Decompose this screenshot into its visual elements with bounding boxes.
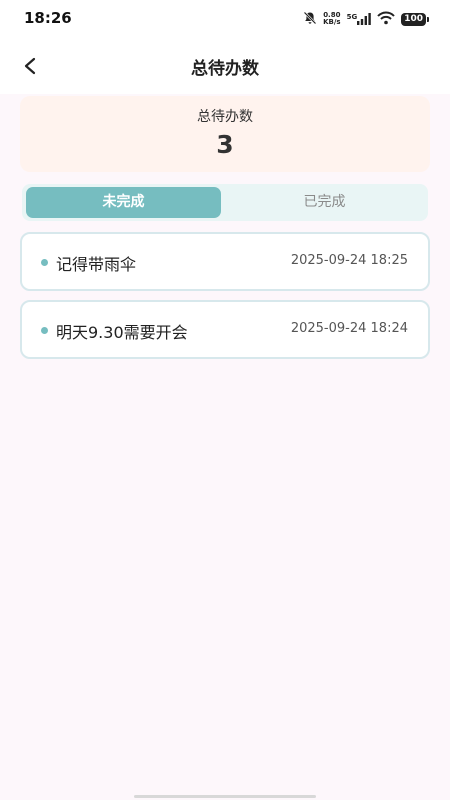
todo-item[interactable]: 记得带雨伞 2025-09-24 18:25 [20,232,430,291]
cellular-signal-icon: 5G [347,13,372,25]
mute-bell-icon [303,10,317,29]
tab-completed[interactable]: 已完成 [225,187,424,218]
todo-text: 记得带雨伞 [56,255,137,274]
summary-label: 总待办数 [197,109,253,125]
network-type: 5G [346,13,358,21]
status-icons: 0.80 KB/s 5G 100 [303,10,429,29]
status-bar: 18:26 0.80 KB/s 5G 100 [0,0,450,38]
battery-icon: 100 [401,12,429,26]
bullet-dot-icon [41,259,48,266]
todo-item[interactable]: 明天9.30需要开会 2025-09-24 18:24 [20,300,430,359]
status-time: 18:26 [24,9,72,27]
summary-count: 3 [216,130,234,159]
network-speed: 0.80 KB/s [323,11,341,26]
wifi-icon [377,10,395,29]
tab-incomplete[interactable]: 未完成 [26,187,221,218]
todo-text: 明天9.30需要开会 [56,323,188,342]
todo-time: 2025-09-24 18:25 [290,253,408,268]
summary-card: 总待办数 3 [20,96,430,172]
page-title: 总待办数 [191,59,259,79]
todo-time: 2025-09-24 18:24 [290,321,408,336]
bullet-dot-icon [41,327,48,334]
status-tabs: 未完成 已完成 [22,184,428,221]
header-bar: 总待办数 [0,38,450,94]
home-indicator[interactable] [134,795,316,798]
